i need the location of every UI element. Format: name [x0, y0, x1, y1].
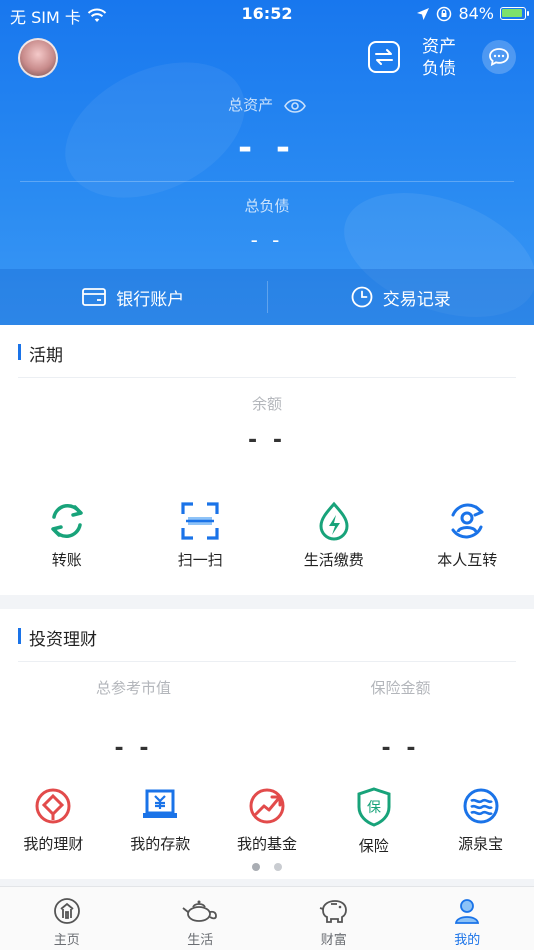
investment-card: 投资理财 总参考市值 保险金额 - - - - 我的理财 我的存款 我的基金 保…: [0, 609, 534, 879]
avatar[interactable]: [18, 38, 58, 78]
page-indicator[interactable]: [0, 863, 534, 871]
tab-wealth[interactable]: 财富: [267, 887, 401, 950]
scan-icon: [181, 502, 219, 540]
my-wealth-button[interactable]: 我的理财: [0, 787, 107, 856]
assets-header: 无 SIM 卡 16:52 84% 资产 负债 总资产 - - 总负债 - - …: [0, 0, 534, 325]
transfer-icon: [51, 504, 83, 538]
tab-life[interactable]: 生活: [134, 887, 268, 950]
profile-icon: [455, 899, 480, 924]
home-icon: [53, 898, 80, 924]
insurance-icon: 保: [357, 787, 391, 827]
balance-value: - -: [248, 428, 286, 453]
battery-percent: 84%: [458, 4, 494, 23]
tab-label: 生活: [187, 933, 214, 948]
yuanquan-button[interactable]: 源泉宝: [427, 787, 534, 856]
action-label: 保险: [358, 837, 389, 855]
transactions-button[interactable]: 交易记录: [268, 269, 534, 325]
action-label: 我的理财: [23, 835, 84, 853]
divider: [18, 661, 516, 662]
total-assets-value: - -: [237, 128, 297, 168]
status-bar: 无 SIM 卡 16:52 84%: [0, 0, 534, 28]
tab-label: 我的: [454, 933, 481, 948]
total-debt-value: - -: [250, 228, 284, 252]
battery-level: [502, 9, 523, 17]
page-dot[interactable]: [274, 863, 282, 871]
action-label: 我的存款: [130, 835, 191, 853]
section-title: 投资理财: [18, 625, 97, 650]
action-label: 本人互转: [437, 551, 498, 569]
tab-label: 主页: [53, 933, 80, 948]
wealth-icon: [35, 788, 71, 824]
battery-icon: [500, 7, 529, 20]
market-value-label: 总参考市值: [95, 679, 171, 697]
rotation-lock-icon: [437, 6, 452, 21]
transfer-button[interactable]: 转账: [0, 501, 134, 570]
quick-access-bar: 银行账户 交易记录: [0, 269, 534, 325]
total-debt-label: 总负债: [244, 197, 290, 215]
tab-home[interactable]: 主页: [0, 887, 134, 950]
chat-bubble-icon: [489, 48, 509, 67]
action-label: 转账: [51, 551, 82, 569]
demand-actions: 转账 扫一扫 生活缴费 本人互转: [0, 501, 534, 570]
insurance-amount-label: 保险金额: [370, 679, 431, 697]
message-button[interactable]: [482, 40, 516, 74]
bottom-tab-bar: 主页 生活 财富 我的: [0, 886, 534, 950]
yuanquan-icon: [463, 788, 499, 824]
my-fund-button[interactable]: 我的基金: [214, 787, 321, 856]
location-arrow-icon: [417, 7, 430, 20]
market-value: - -: [114, 736, 153, 761]
deposit-icon: [143, 789, 178, 818]
assets-liabilities-link[interactable]: 资产 负债: [422, 36, 456, 80]
clock-icon: [351, 286, 373, 308]
insurance-button[interactable]: 保 保险: [320, 787, 427, 856]
self-transfer-button[interactable]: 本人互转: [401, 501, 534, 570]
life-teapot-icon: [182, 900, 218, 922]
divider: [20, 181, 514, 182]
demand-deposit-card: 活期 余额 - - 转账 扫一扫 生活缴费 本人互转: [0, 325, 534, 595]
piggy-bank-icon: [319, 900, 347, 923]
asset-link-line1: 资产: [422, 37, 456, 57]
page-dot-active[interactable]: [252, 863, 260, 871]
bill-pay-icon: [319, 501, 349, 541]
action-label: 扫一扫: [177, 551, 223, 569]
my-deposit-button[interactable]: 我的存款: [107, 787, 214, 856]
insurance-icon-text: 保: [367, 800, 381, 816]
tab-label: 财富: [320, 933, 347, 948]
action-label: 我的基金: [236, 835, 297, 853]
fund-icon: [249, 788, 285, 824]
asset-link-line2: 负债: [422, 59, 456, 79]
bank-account-label: 银行账户: [116, 289, 185, 310]
insurance-amount-value: - -: [381, 736, 420, 761]
scan-button[interactable]: 扫一扫: [134, 501, 268, 570]
total-assets-label: 总资产: [228, 96, 274, 114]
self-transfer-icon: [451, 503, 484, 539]
tab-mine[interactable]: 我的: [401, 887, 534, 950]
action-label: 源泉宝: [458, 835, 504, 853]
section-title: 活期: [18, 341, 63, 366]
total-assets-row: 总资产: [0, 94, 534, 115]
divider: [18, 377, 516, 378]
balance-label: 余额: [251, 395, 282, 413]
bill-pay-button[interactable]: 生活缴费: [267, 501, 401, 570]
swap-arrows-icon: [375, 49, 393, 65]
switch-view-button[interactable]: [368, 41, 400, 73]
transactions-label: 交易记录: [382, 289, 451, 310]
bank-card-icon: [82, 288, 107, 306]
action-label: 生活缴费: [303, 551, 364, 569]
eye-icon[interactable]: [283, 98, 306, 113]
investment-actions: 我的理财 我的存款 我的基金 保 保险 源泉宝: [0, 787, 534, 856]
bank-account-button[interactable]: 银行账户: [0, 269, 267, 325]
